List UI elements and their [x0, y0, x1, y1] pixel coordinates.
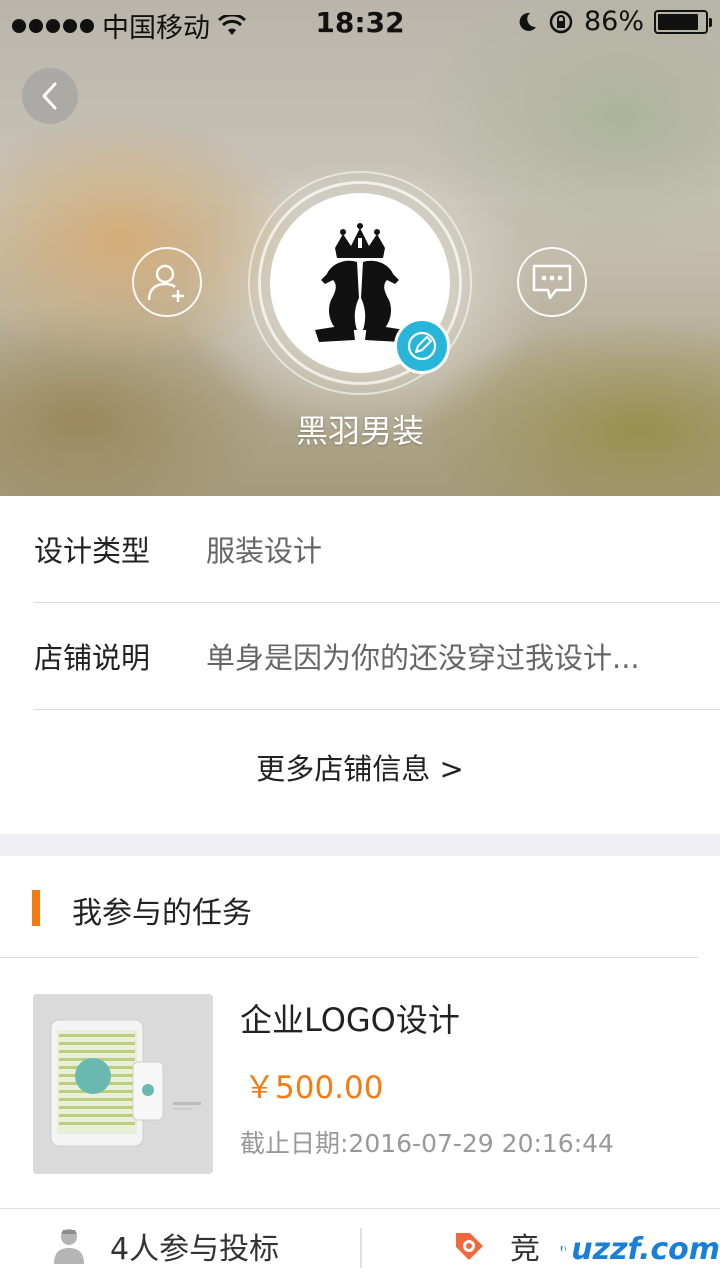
rotation-lock-icon [549, 10, 573, 33]
tag-icon [456, 1233, 483, 1260]
watermark-swoosh-icon [560, 1245, 567, 1253]
shop-description-row: 店铺说明 单身是因为你的还没穿过我设计... [34, 603, 720, 709]
person-icon [54, 1229, 84, 1264]
design-type-row: 设计类型 服装设计 [34, 496, 720, 602]
status-bar: 中国移动 18:32 86% [0, 0, 720, 48]
bid-status[interactable]: 竞 [452, 1210, 540, 1280]
task-deadline: 截止日期:2016-07-29 20:16:44 [240, 1129, 614, 1158]
task-price: ￥500.00 [244, 1070, 384, 1106]
back-button[interactable] [22, 68, 78, 124]
shop-description-value: 单身是因为你的还没穿过我设计... [206, 641, 640, 675]
divider [360, 1228, 362, 1268]
shop-name: 黑羽男装 [295, 412, 424, 450]
watermark-logo: uzzf.com [560, 1218, 720, 1280]
status-right: 86% [516, 6, 712, 37]
section-title: 我参与的任务 [72, 896, 252, 931]
section-gap [0, 834, 720, 856]
message-button[interactable] [517, 247, 587, 317]
add-user-icon [147, 264, 184, 302]
bidders-count[interactable]: 4人参与投标 [52, 1210, 279, 1280]
design-type-value: 服装设计 [206, 534, 323, 568]
design-type-label: 设计类型 [34, 534, 151, 568]
task-title[interactable]: 企业LOGO设计 [240, 995, 460, 1041]
chevron-left-icon [42, 82, 57, 110]
shop-header: 中国移动 18:32 86% 黑羽男装 [0, 0, 720, 496]
battery-fill [658, 13, 698, 30]
more-shop-info-link[interactable]: 更多店铺信息 > [0, 712, 720, 822]
pencil-icon [407, 331, 437, 361]
chat-bubble-icon [532, 264, 572, 300]
battery-icon [654, 9, 712, 34]
battery-percent: 86% [583, 6, 644, 37]
shop-description-label: 店铺说明 [34, 641, 151, 675]
divider [0, 957, 698, 958]
bid-status-label: 竞 [510, 1232, 540, 1267]
follow-button[interactable] [132, 247, 202, 317]
moon-icon [519, 12, 536, 31]
watermark-text: uzzf.com [571, 1231, 720, 1267]
task-preview-image [33, 994, 213, 1174]
divider [34, 709, 720, 710]
edit-avatar-button[interactable] [394, 318, 450, 374]
task-thumbnail[interactable] [33, 994, 213, 1174]
section-accent-bar [32, 890, 40, 926]
bidders-count-label: 4人参与投标 [110, 1232, 280, 1267]
